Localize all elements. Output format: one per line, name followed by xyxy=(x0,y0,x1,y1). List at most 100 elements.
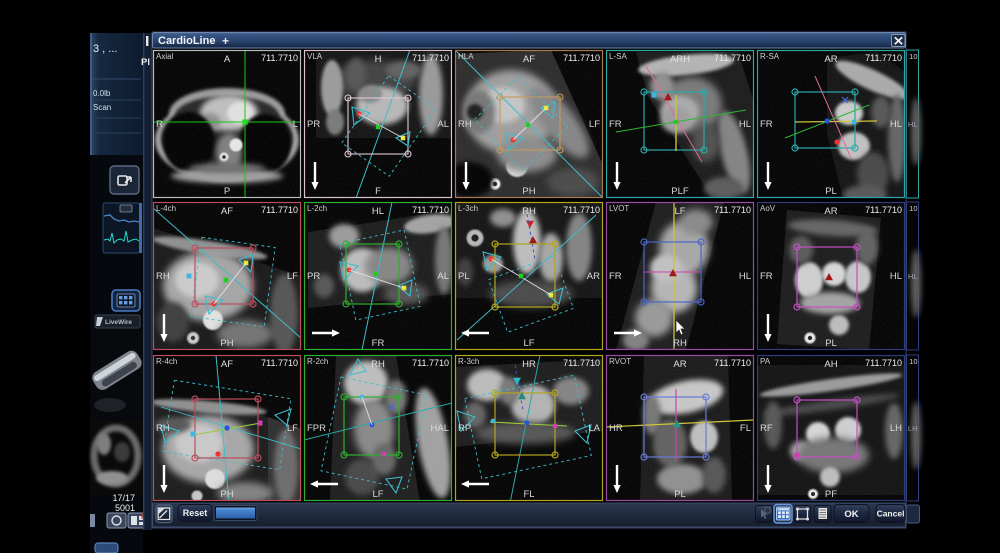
svg-text:LF: LF xyxy=(287,271,298,282)
svg-text:711.7710: 711.7710 xyxy=(714,53,751,63)
svg-text:PL: PL xyxy=(825,186,837,197)
svg-text:LF: LF xyxy=(674,206,685,217)
svg-text:HL: HL xyxy=(908,272,918,281)
svg-text:AR: AR xyxy=(673,359,686,370)
svg-text:PL: PL xyxy=(458,271,470,282)
svg-text:AF: AF xyxy=(221,359,233,370)
svg-text:711.7710: 711.7710 xyxy=(261,53,298,63)
svg-text:FR: FR xyxy=(609,119,622,130)
svg-text:FR: FR xyxy=(372,338,385,349)
svg-text:HL: HL xyxy=(372,206,384,217)
svg-text:L: L xyxy=(293,119,298,130)
svg-text:711.7710: 711.7710 xyxy=(563,358,600,368)
svg-text:PL: PL xyxy=(825,338,837,349)
svg-text:LF: LF xyxy=(589,119,600,130)
svg-text:5001: 5001 xyxy=(115,503,135,513)
svg-text:PH: PH xyxy=(220,489,233,500)
svg-text:PH: PH xyxy=(522,186,535,197)
svg-text:711.7710: 711.7710 xyxy=(865,205,902,215)
svg-text:PH: PH xyxy=(220,338,233,349)
svg-text:711.7710: 711.7710 xyxy=(412,358,449,368)
svg-text:711.7710: 711.7710 xyxy=(865,358,902,368)
svg-text:AoV: AoV xyxy=(760,204,776,213)
svg-text:P: P xyxy=(224,186,230,197)
svg-text:+: + xyxy=(222,34,229,48)
svg-text:L-SA: L-SA xyxy=(609,52,627,61)
svg-text:FR: FR xyxy=(760,271,773,282)
svg-text:RH: RH xyxy=(522,206,536,217)
svg-text:711.7710: 711.7710 xyxy=(563,205,600,215)
svg-text:RP: RP xyxy=(458,423,471,434)
svg-text:LiveWire: LiveWire xyxy=(105,319,132,326)
svg-text:R-2ch: R-2ch xyxy=(307,357,328,366)
svg-text:R-3ch: R-3ch xyxy=(458,357,479,366)
svg-text:PLF: PLF xyxy=(671,186,689,197)
svg-text:LF: LF xyxy=(372,489,383,500)
svg-text:VLA: VLA xyxy=(307,52,323,61)
svg-text:LF: LF xyxy=(523,338,534,349)
svg-text:10: 10 xyxy=(909,357,917,366)
svg-text:H: H xyxy=(375,54,382,65)
svg-text:AH: AH xyxy=(824,359,837,370)
svg-text:RVOT: RVOT xyxy=(609,357,631,366)
svg-text:HR: HR xyxy=(522,359,536,370)
svg-text:Cancel: Cancel xyxy=(877,509,905,519)
svg-text:17/17: 17/17 xyxy=(112,493,135,503)
svg-text:711.7710: 711.7710 xyxy=(412,205,449,215)
svg-text:AR: AR xyxy=(824,54,837,65)
svg-text:AF: AF xyxy=(221,206,233,217)
svg-text:711.7710: 711.7710 xyxy=(412,53,449,63)
svg-text:A: A xyxy=(224,54,231,65)
svg-text:OK: OK xyxy=(844,509,858,520)
svg-text:Pl: Pl xyxy=(141,57,150,68)
svg-text:FR: FR xyxy=(760,119,773,130)
svg-text:HR: HR xyxy=(609,423,623,434)
svg-text:RH: RH xyxy=(673,338,687,349)
svg-text:PA: PA xyxy=(760,357,771,366)
svg-text:CardioLine: CardioLine xyxy=(158,35,215,47)
svg-text:RH: RH xyxy=(156,271,170,282)
svg-text:PF: PF xyxy=(825,489,837,500)
svg-text:Scan: Scan xyxy=(93,103,111,112)
svg-text:3 , ...: 3 , ... xyxy=(93,43,117,55)
svg-text:711.7710: 711.7710 xyxy=(865,53,902,63)
svg-text:LVOT: LVOT xyxy=(609,204,629,213)
svg-text:HL: HL xyxy=(890,271,902,282)
svg-text:LA: LA xyxy=(588,423,600,434)
svg-text:711.7710: 711.7710 xyxy=(714,205,751,215)
svg-text:R-SA: R-SA xyxy=(760,52,780,61)
svg-text:PR: PR xyxy=(307,119,320,130)
svg-text:RH: RH xyxy=(458,119,472,130)
svg-text:AL: AL xyxy=(437,271,449,282)
svg-text:F: F xyxy=(375,186,381,197)
svg-text:AR: AR xyxy=(824,206,837,217)
svg-text:FL: FL xyxy=(523,489,534,500)
svg-text:AR: AR xyxy=(587,271,600,282)
svg-text:L-3ch: L-3ch xyxy=(458,204,478,213)
svg-text:RH: RH xyxy=(156,423,170,434)
svg-text:HLA: HLA xyxy=(458,52,474,61)
svg-text:HAL: HAL xyxy=(431,423,449,434)
svg-text:711.7710: 711.7710 xyxy=(714,358,751,368)
svg-text:ARH: ARH xyxy=(670,54,690,65)
svg-text:AL: AL xyxy=(437,119,449,130)
svg-text:AF: AF xyxy=(523,54,535,65)
svg-text:10: 10 xyxy=(909,52,917,61)
svg-text:Axial: Axial xyxy=(156,52,174,61)
svg-text:LH: LH xyxy=(890,423,902,434)
svg-text:PR: PR xyxy=(307,271,320,282)
svg-text:RF: RF xyxy=(760,423,773,434)
svg-text:10: 10 xyxy=(909,204,917,213)
svg-text:LH: LH xyxy=(908,424,918,433)
svg-text:FL: FL xyxy=(740,423,751,434)
svg-text:FR: FR xyxy=(609,271,622,282)
svg-text:Reset: Reset xyxy=(183,508,208,518)
svg-text:PL: PL xyxy=(674,489,686,500)
svg-text:L-4ch: L-4ch xyxy=(156,204,176,213)
svg-text:RH: RH xyxy=(371,359,385,370)
svg-text:LF: LF xyxy=(287,423,298,434)
svg-text:711.7710: 711.7710 xyxy=(261,205,298,215)
svg-text:L-2ch: L-2ch xyxy=(307,204,327,213)
svg-text:R-4ch: R-4ch xyxy=(156,357,177,366)
svg-text:HL: HL xyxy=(890,119,902,130)
